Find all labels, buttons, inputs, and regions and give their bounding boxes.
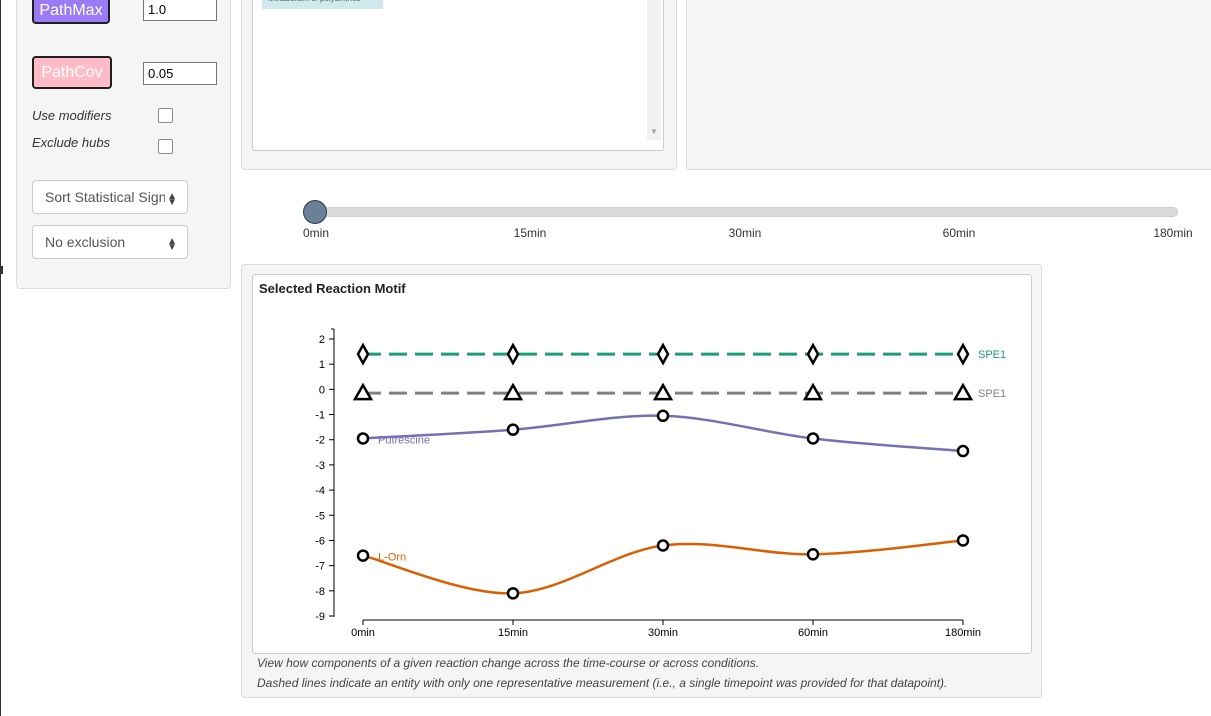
- series-label: SPE1: [978, 388, 1006, 400]
- x-tick-label: 30min: [648, 627, 678, 639]
- y-tick-label: -1: [315, 410, 325, 422]
- series-point: [806, 342, 820, 366]
- series-point: [956, 534, 970, 547]
- series-point: [656, 342, 670, 366]
- series-point: [956, 342, 970, 366]
- chart-caption-line-2: Dashed lines indicate an entity with onl…: [257, 676, 948, 690]
- x-tick-label: 0min: [351, 627, 375, 639]
- y-tick-label: -4: [315, 485, 325, 497]
- y-tick-label: 1: [319, 359, 325, 371]
- series-point: [956, 444, 970, 458]
- x-tick-label: 180min: [945, 627, 981, 639]
- series-point: [806, 548, 820, 561]
- y-tick-label: -5: [315, 510, 325, 522]
- series-point: [356, 432, 370, 445]
- series-point: [806, 432, 820, 445]
- series-point: [506, 587, 520, 600]
- y-tick-label: -9: [315, 611, 325, 623]
- series-label: Putrescine: [378, 434, 430, 446]
- series-point: [952, 382, 974, 401]
- series-label: SPE1: [978, 349, 1006, 361]
- reaction-motif-chart: 2 1 0 -1 -2 -3 -4 -5 -6 -7 -8 -9 0min 15min 30min 60min…: [315, 328, 1006, 639]
- series-point: [656, 539, 670, 552]
- series-label: L-Orn: [378, 552, 406, 564]
- series-point: [356, 342, 370, 366]
- y-tick-label: -2: [315, 435, 325, 447]
- y-tick-label: -6: [315, 535, 325, 547]
- x-tick-label: 60min: [798, 627, 828, 639]
- y-tick-label: -3: [315, 460, 325, 472]
- y-tick-label: -7: [315, 561, 325, 573]
- y-tick-label: 0: [319, 384, 325, 396]
- series-point: [506, 423, 520, 436]
- chart-caption-line-1: View how components of a given reaction …: [257, 656, 760, 670]
- series-point: [656, 409, 670, 423]
- series-point: [506, 342, 520, 366]
- y-tick-label: 2: [319, 334, 325, 346]
- x-tick-label: 15min: [498, 627, 528, 639]
- y-tick-label: -8: [315, 586, 325, 598]
- series-point: [356, 549, 370, 562]
